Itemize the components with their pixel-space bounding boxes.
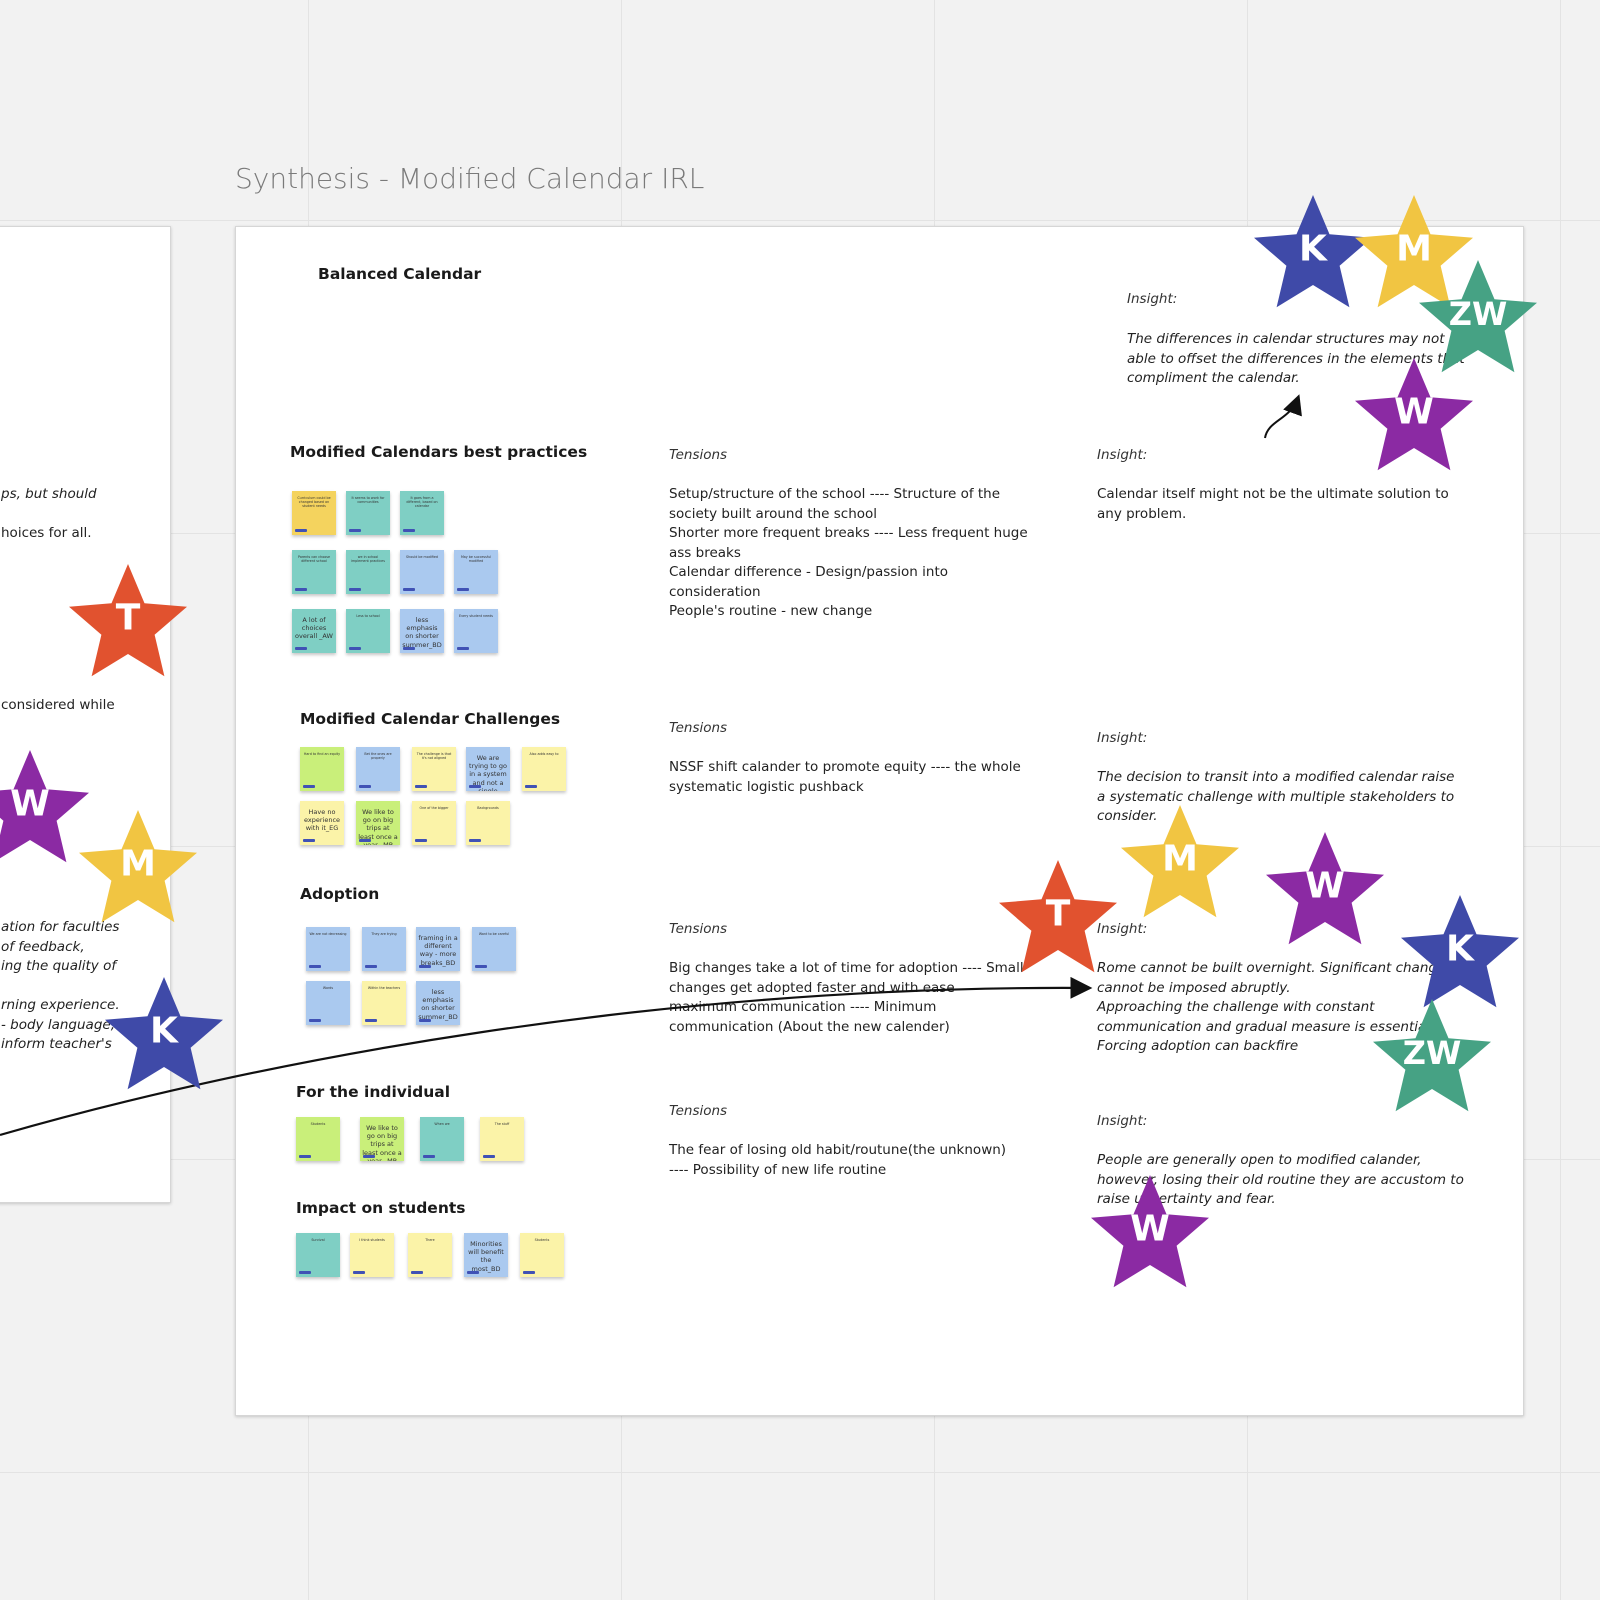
insight-label-best-practices: Insight: [1097, 447, 1148, 463]
insight-label-individual: Insight: [1097, 1113, 1148, 1129]
heading-best-practices: Modified Calendars best practices [290, 443, 588, 461]
heading-balanced-calendar: Balanced Calendar [318, 265, 482, 283]
sticky-note[interactable]: Have no experience with it_EG [300, 801, 344, 845]
sticky-note[interactable]: less emphasis on shorter summer_BD [400, 609, 444, 653]
tensions-label-challenges: Tensions [669, 720, 728, 736]
main-frame[interactable]: Balanced Calendar Insight: The differenc… [235, 226, 1524, 1416]
star-sticker[interactable]: T [68, 562, 188, 682]
tensions-best-practices: Setup/structure of the school ---- Struc… [669, 486, 1028, 619]
sticky-note[interactable]: I think students [350, 1233, 394, 1277]
sticky-note[interactable]: Bet the ones are properly [356, 747, 400, 791]
star-sticker[interactable]: M [1120, 803, 1240, 923]
tensions-label-individual: Tensions [669, 1103, 728, 1119]
star-sticker[interactable]: ZW [1372, 997, 1492, 1117]
left-text-4: ation for faculties of feedback, ing the… [1, 919, 120, 1052]
sticky-note[interactable]: The challenge is that it's not aligned [412, 747, 456, 791]
sticky-note[interactable]: framing in a different way - more breaks… [416, 927, 460, 971]
sticky-note[interactable]: Minorities will benefit the most_BD [464, 1233, 508, 1277]
sticky-note[interactable]: It goes from a different, based on calen… [400, 491, 444, 535]
tensions-adoption: Big changes take a lot of time for adopt… [669, 960, 1024, 1035]
star-sticker[interactable]: K [1400, 893, 1520, 1013]
sticky-note[interactable]: Curriculum could be changed based on stu… [292, 491, 336, 535]
frame-title[interactable]: Synthesis - Modified Calendar IRL [235, 162, 704, 195]
sticky-note[interactable]: Students [296, 1117, 340, 1161]
sticky-note[interactable]: Students [520, 1233, 564, 1277]
insight-best-practices: Calendar itself might not be the ultimat… [1097, 486, 1449, 522]
tensions-challenges: NSSF shift calander to promote equity --… [669, 759, 1021, 795]
sticky-note[interactable]: Words [306, 981, 350, 1025]
heading-individual: For the individual [296, 1083, 451, 1101]
sticky-note[interactable]: They are trying [362, 927, 406, 971]
sticky-note[interactable]: Parents can choose different school [292, 550, 336, 594]
sticky-note[interactable]: We are not decreasing [306, 927, 350, 971]
star-sticker[interactable]: W [1354, 356, 1474, 476]
sticky-note[interactable]: less emphasis on shorter summer_BD [416, 981, 460, 1025]
star-sticker[interactable]: W [0, 748, 90, 868]
sticky-note[interactable]: Within the teachers [362, 981, 406, 1025]
sticky-note[interactable]: Survival [296, 1233, 340, 1277]
left-text-2: hoices for all. [1, 525, 92, 541]
left-text-3: considered while [1, 697, 115, 713]
sticky-note[interactable]: Backgrounds [466, 801, 510, 845]
sticky-note[interactable]: May be successful modified [454, 550, 498, 594]
sticky-note[interactable]: We like to go on big trips at least once… [360, 1117, 404, 1161]
sticky-note[interactable]: Want to be careful [472, 927, 516, 971]
sticky-note[interactable]: We like to go on big trips at least once… [356, 801, 400, 845]
tensions-label-best-practices: Tensions [669, 447, 728, 463]
sticky-note[interactable]: One of the bigger [412, 801, 456, 845]
sticky-note[interactable]: It seems to work for communities [346, 491, 390, 535]
heading-adoption: Adoption [300, 885, 380, 903]
sticky-note[interactable]: We are trying to go in a system and not … [466, 747, 510, 791]
insight-label-top: Insight: [1127, 291, 1178, 307]
star-sticker[interactable]: K [104, 975, 224, 1095]
star-sticker[interactable]: M [78, 808, 198, 928]
sticky-note[interactable]: The stuff [480, 1117, 524, 1161]
heading-impact: Impact on students [296, 1199, 466, 1217]
sticky-note[interactable]: we in school implement practices [346, 550, 390, 594]
sticky-note[interactable]: Also adds easy to [522, 747, 566, 791]
sticky-note[interactable]: Hard to find an equity [300, 747, 344, 791]
sticky-note[interactable]: Every student needs [454, 609, 498, 653]
sticky-note[interactable]: Less to school [346, 609, 390, 653]
left-text-1: ps, but should [1, 486, 97, 502]
tensions-individual: The fear of losing old habit/routune(the… [669, 1142, 1007, 1178]
star-sticker[interactable]: W [1090, 1173, 1210, 1293]
star-sticker[interactable]: W [1265, 830, 1385, 950]
heading-challenges: Modified Calendar Challenges [300, 710, 561, 728]
star-sticker[interactable]: T [998, 858, 1118, 978]
sticky-note[interactable]: When we [420, 1117, 464, 1161]
sticky-note[interactable]: Should be modified [400, 550, 444, 594]
insight-label-challenges: Insight: [1097, 730, 1148, 746]
sticky-note[interactable]: A lot of choices overall _AW [292, 609, 336, 653]
sticky-note[interactable]: There [408, 1233, 452, 1277]
tensions-label-adoption: Tensions [669, 921, 728, 937]
